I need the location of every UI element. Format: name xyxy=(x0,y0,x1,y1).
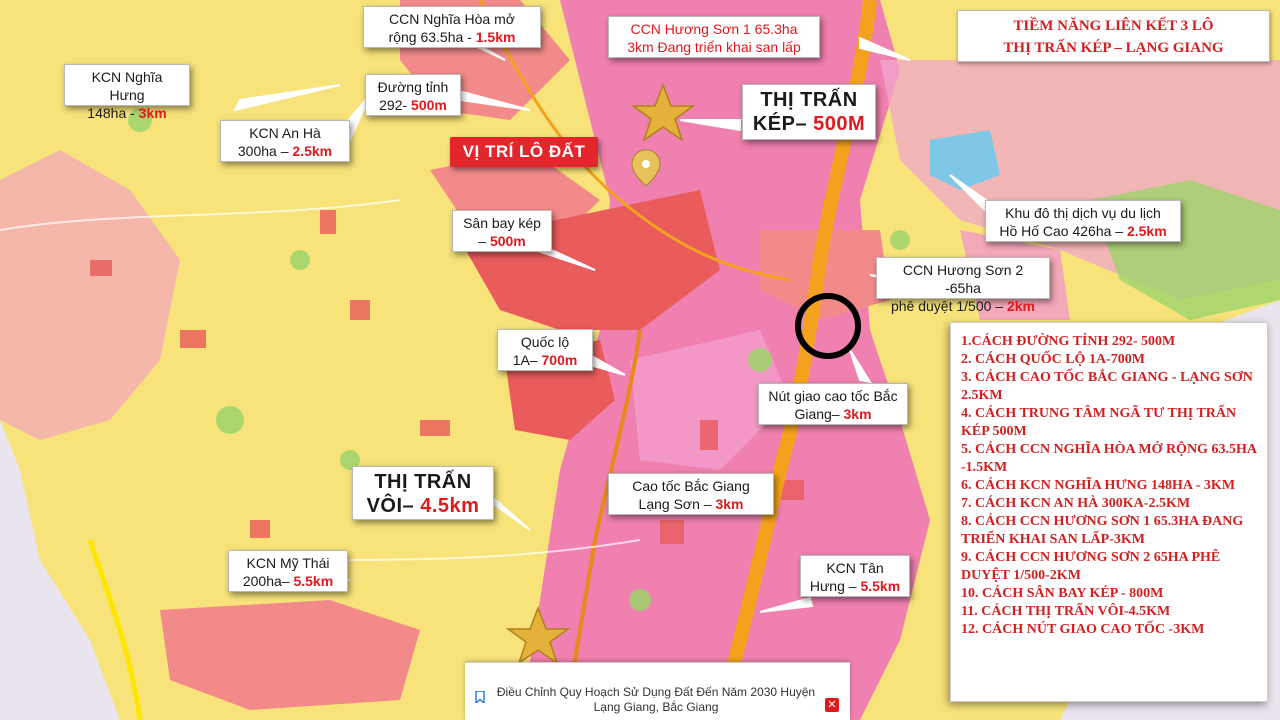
callout-ho-ho-cao[interactable]: Khu đô thị dịch vụ du lịch Hồ Hố Cao 426… xyxy=(985,200,1181,242)
location-pin-icon[interactable] xyxy=(632,150,660,186)
highway-junction-circle xyxy=(798,296,858,356)
callout-text: CCN Hương Sơn 2 -65ha xyxy=(902,262,1024,296)
callout-text: THỊ TRẤN xyxy=(760,89,858,111)
callout-kcn-tan-hung[interactable]: KCN Tân Hưng – 5.5km xyxy=(800,555,910,597)
callout-text: Cao tốc Bắc Giang xyxy=(632,478,750,494)
callout-ccn-huong-son-2[interactable]: CCN Hương Sơn 2 -65ha phê duyệt 1/500 – … xyxy=(876,257,1050,314)
callout-text: 292- 500m xyxy=(379,97,447,113)
callout-text: Nút giao cao tốc Bắc xyxy=(768,388,898,404)
callout-thi-tran-voi[interactable]: THỊ TRẤN VÔI– 4.5km xyxy=(352,466,494,520)
callout-kcn-nghia-hung[interactable]: KCN Nghĩa Hưng 148ha - 3km xyxy=(64,64,190,121)
bookmark-icon[interactable] xyxy=(475,691,485,703)
callout-text: 200ha– 5.5km xyxy=(242,573,334,589)
callout-duong-tinh[interactable]: Đường tỉnh 292- 500m xyxy=(365,74,461,116)
callout-san-bay-kep[interactable]: Sân bay kép – 500m xyxy=(452,210,552,252)
callout-nut-giao-cao-toc[interactable]: Nút giao cao tốc Bắc Giang– 3km xyxy=(758,383,908,425)
callout-text: Sân bay kép xyxy=(463,215,541,231)
land-plot-location-label[interactable]: VỊ TRÍ LÔ ĐẤT xyxy=(450,137,598,167)
callout-text: KCN An Hà xyxy=(249,125,321,141)
list-item: 6. CÁCH KCN NGHĨA HƯNG 148HA - 3KM xyxy=(961,478,1236,493)
callout-text: Quốc lộ xyxy=(520,334,570,350)
list-item: 7. CÁCH KCN AN HÀ 300KA-2.5KM xyxy=(961,496,1191,511)
callout-text: THỊ TRẤN xyxy=(374,471,472,493)
title-line-2: THỊ TRẤN KÉP – LẠNG GIANG xyxy=(1003,40,1224,56)
list-item: 5. CÁCH CCN NGHĨA HÒA MỞ RỘNG 63.5HA -1.… xyxy=(961,442,1257,475)
callout-thi-tran-kep[interactable]: THỊ TRẤN KÉP– 500M xyxy=(742,84,876,140)
callout-text: KCN Tân xyxy=(826,560,884,576)
callout-text: Khu đô thị dịch vụ du lịch xyxy=(1005,205,1161,221)
callout-cao-toc-bac-giang[interactable]: Cao tốc Bắc Giang Lạng Sơn – 3km xyxy=(608,473,774,515)
list-item: 1.CÁCH ĐƯỜNG TỈNH 292- 500M xyxy=(961,334,1176,349)
callout-text: Hồ Hố Cao 426ha – 2.5km xyxy=(999,223,1167,239)
callout-text: CCN Nghĩa Hòa mở xyxy=(389,11,515,27)
list-item: 9. CÁCH CCN HƯƠNG SƠN 2 65HA PHÊ DUYỆT 1… xyxy=(961,550,1221,583)
title-line-1: TIỀM NĂNG LIÊN KẾT 3 LÔ xyxy=(1013,18,1214,34)
callout-text: 3km Đang triển khai san lấp xyxy=(627,39,801,55)
callout-text: Lạng Sơn – 3km xyxy=(638,496,744,512)
callout-text: KÉP– 500M xyxy=(752,113,866,135)
callout-text: phê duyệt 1/500 – 2km xyxy=(890,298,1036,314)
callout-text: VÔI– 4.5km xyxy=(366,495,480,517)
callout-text: – 500m xyxy=(478,233,526,249)
callout-text: Hưng – 5.5km xyxy=(809,578,901,594)
callout-text: Giang– 3km xyxy=(794,406,872,422)
callout-text: rộng 63.5ha - 1.5km xyxy=(388,29,516,45)
list-item: 11. CÁCH THỊ TRẤN VÔI-4.5KM xyxy=(961,604,1171,619)
star-marker-icon xyxy=(633,85,693,140)
callout-ccn-nghia-hoa[interactable]: CCN Nghĩa Hòa mở rộng 63.5ha - 1.5km xyxy=(363,6,541,48)
callout-text: KCN Mỹ Thái xyxy=(246,555,330,571)
list-item: 10. CÁCH SÂN BAY KÉP - 800M xyxy=(961,586,1164,601)
map-title: TIỀM NĂNG LIÊN KẾT 3 LÔ THỊ TRẤN KÉP – L… xyxy=(957,10,1270,62)
callout-kcn-my-thai[interactable]: KCN Mỹ Thái 200ha– 5.5km xyxy=(228,550,348,592)
close-icon[interactable]: ✕ xyxy=(825,698,839,712)
list-item: 4. CÁCH TRUNG TÂM NGÃ TƯ THỊ TRẤN KÉP 50… xyxy=(961,406,1237,439)
callout-text: 1A– 700m xyxy=(512,352,578,368)
callout-text: Đường tỉnh xyxy=(377,79,449,95)
callout-text: CCN Hương Sơn 1 65.3ha xyxy=(630,21,798,37)
list-item: 3. CÁCH CAO TỐC BẮC GIANG - LẠNG SƠN 2.5… xyxy=(961,370,1253,403)
list-item: 8. CÁCH CCN HƯƠNG SƠN 1 65.3HA ĐANG TRIỂ… xyxy=(961,514,1244,547)
callout-kcn-an-ha[interactable]: KCN An Hà 300ha – 2.5km xyxy=(220,120,350,162)
caption-text: Điều Chỉnh Quy Hoạch Sử Dụng Đất Đến Năm… xyxy=(496,685,816,714)
callout-text: 148ha - 3km xyxy=(87,105,167,121)
callout-text: KCN Nghĩa Hưng xyxy=(91,69,163,103)
distance-list: 1.CÁCH ĐƯỜNG TỈNH 292- 500M 2. CÁCH QUỐC… xyxy=(950,322,1268,702)
list-item: 12. CÁCH NÚT GIAO CAO TỐC -3KM xyxy=(961,622,1205,637)
callout-text: 300ha – 2.5km xyxy=(237,143,333,159)
callout-quoc-lo-1a[interactable]: Quốc lộ 1A– 700m xyxy=(497,329,593,371)
callout-ccn-huong-son-1[interactable]: CCN Hương Sơn 1 65.3ha 3km Đang triển kh… xyxy=(608,16,820,58)
list-item: 2. CÁCH QUỐC LỘ 1A-700M xyxy=(961,352,1145,367)
map-caption-bar: Điều Chỉnh Quy Hoạch Sử Dụng Đất Đến Năm… xyxy=(465,662,850,720)
